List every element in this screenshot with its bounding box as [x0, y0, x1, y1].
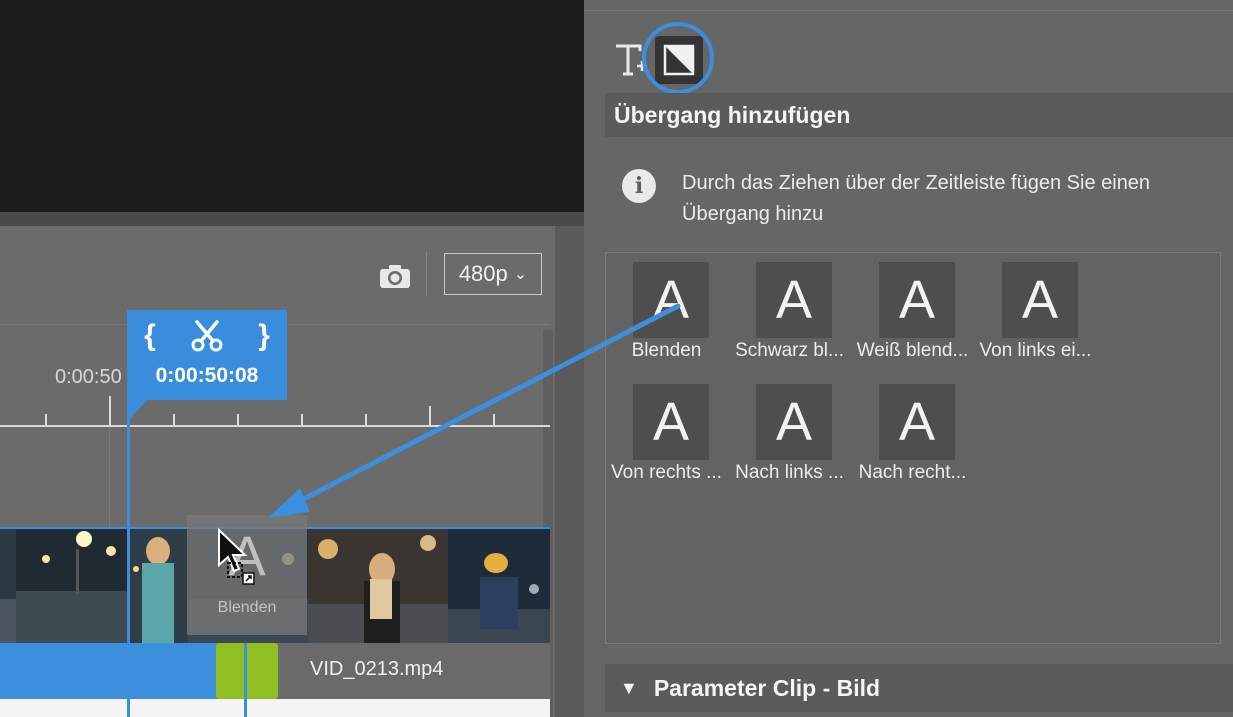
- scissors-icon[interactable]: [190, 319, 224, 353]
- params-section-header[interactable]: ▼ Parameter Clip - Bild: [605, 664, 1233, 712]
- transition-label: Nach links ...: [735, 462, 844, 483]
- info-hint-text: Durch das Ziehen über der Zeitleiste füg…: [682, 172, 1151, 225]
- ruler-tick: [493, 414, 495, 426]
- transition-tile-nach-rechts[interactable]: A Nach recht...: [851, 384, 974, 494]
- ruler-time-label: 0:00:50: [55, 366, 122, 388]
- transition-label: Nach recht...: [858, 462, 967, 483]
- transition-thumbnail: A: [879, 262, 955, 338]
- playhead-pointer: [127, 400, 147, 422]
- clip-thumbnail: [448, 529, 550, 643]
- info-icon: i: [622, 169, 656, 203]
- transition-tile-weiss[interactable]: A Weiß blend...: [851, 262, 974, 372]
- highlight-circle: [642, 22, 714, 94]
- playhead-controls: { }: [127, 318, 287, 354]
- clip-name: VID_0213.mp4: [310, 658, 444, 680]
- snapshot-camera-icon[interactable]: [376, 260, 414, 292]
- ruler-guide-line: [109, 428, 110, 528]
- transition-ghost-label: Blenden: [217, 599, 277, 616]
- transition-marker[interactable]: [216, 643, 278, 699]
- clip-thumbnail: [128, 529, 188, 643]
- preview-splitter[interactable]: [0, 212, 584, 226]
- transition-thumbnail: A: [633, 384, 709, 460]
- clip-thumbnail: [308, 529, 448, 643]
- transition-label: Von rechts ...: [611, 462, 722, 483]
- clip-selection-bar[interactable]: [0, 643, 218, 699]
- mark-out-button[interactable]: }: [258, 319, 270, 353]
- collapse-triangle-icon: ▼: [620, 677, 638, 698]
- transition-thumbnail: A: [633, 262, 709, 338]
- transition-label: Schwarz bl...: [735, 340, 844, 361]
- chevron-down-icon: ⌄: [513, 266, 528, 283]
- mark-in-button[interactable]: {: [144, 319, 156, 353]
- panel-divider: [584, 10, 1233, 11]
- transition-tile-von-rechts[interactable]: A Von rechts ...: [605, 384, 728, 494]
- transition-label: Weiß blend...: [856, 340, 969, 361]
- transition-thumbnail: A: [1002, 262, 1078, 338]
- ruler-tick: [45, 414, 47, 426]
- playhead-line[interactable]: [127, 400, 130, 717]
- transition-label: Von links ei...: [979, 340, 1092, 361]
- transition-thumbnail: A: [879, 384, 955, 460]
- ruler-tick: [237, 414, 239, 426]
- section-title: Übergang hinzufügen: [605, 93, 1233, 137]
- ruler-tick: [365, 414, 367, 426]
- resolution-select[interactable]: 480p ⌄: [444, 253, 542, 295]
- ruler-tick: [301, 414, 303, 426]
- ruler-tick: [173, 414, 175, 426]
- clip-thumbnail: [0, 529, 16, 643]
- transition-label: Blenden: [631, 340, 702, 361]
- ruler-tick-major: [109, 396, 111, 426]
- transition-tile-blenden[interactable]: A Blenden: [605, 262, 728, 372]
- mouse-pointer-icon: [218, 527, 255, 585]
- timeline-ruler[interactable]: [0, 425, 550, 427]
- params-section-title: Parameter Clip - Bild: [653, 674, 881, 701]
- transition-tile-schwarz[interactable]: A Schwarz bl...: [728, 262, 851, 372]
- clip-thumbnail: [16, 529, 128, 643]
- ruler-tick: [429, 406, 431, 426]
- cut-marker-line[interactable]: [244, 643, 247, 717]
- transition-thumbnail: A: [756, 262, 832, 338]
- transition-tile-von-links[interactable]: A Von links ei...: [974, 262, 1097, 372]
- toolbar-divider: [426, 252, 427, 296]
- playhead-time: 0:00:50:08: [155, 364, 259, 387]
- playhead-box[interactable]: { } 0:00:50:08: [127, 310, 287, 400]
- transition-thumbnail: A: [756, 384, 832, 460]
- resolution-value: 480p: [458, 261, 508, 286]
- timeline-bottom-strip: [0, 699, 550, 717]
- video-preview: [0, 0, 584, 212]
- transition-tile-nach-links[interactable]: A Nach links ...: [728, 384, 851, 494]
- timeline-gutter: [555, 226, 584, 717]
